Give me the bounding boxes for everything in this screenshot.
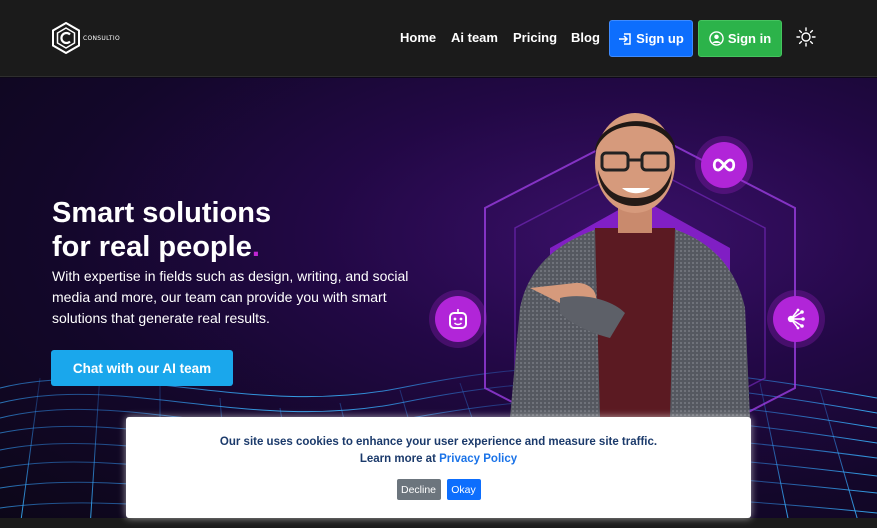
page-bottom-strip	[0, 518, 877, 528]
sign-up-button[interactable]: Sign up	[609, 20, 693, 57]
hero-title-line-2: for real people	[52, 231, 252, 263]
sign-up-label: Sign up	[636, 31, 684, 46]
nav-link-pricing[interactable]: Pricing	[513, 30, 557, 45]
cookie-learn-more-text: Learn more at	[359, 453, 436, 465]
sign-in-label: Sign in	[727, 31, 772, 46]
user-circle-icon	[709, 31, 724, 46]
nav-link-home[interactable]: Home	[400, 30, 436, 45]
cookie-message: Our site uses cookies to enhance your us…	[126, 434, 751, 468]
sun-icon	[796, 27, 816, 47]
infinity-icon	[712, 158, 736, 172]
robot-icon	[449, 309, 467, 329]
cookie-consent-banner: Our site uses cookies to enhance your us…	[126, 417, 751, 518]
okay-button[interactable]: Okay	[446, 479, 481, 500]
network-icon	[787, 308, 805, 330]
network-feature-badge	[773, 296, 819, 342]
nav-link-blog[interactable]: Blog	[571, 30, 600, 45]
hero-title-line-1: Smart solutions	[52, 197, 272, 229]
cookie-actions: Decline Okay	[126, 479, 751, 500]
chat-ai-team-button[interactable]: Chat with our AI team	[51, 350, 233, 386]
hero-title-dot: .	[251, 231, 260, 263]
theme-toggle[interactable]	[795, 26, 817, 48]
privacy-policy-link[interactable]: Privacy Policy	[439, 453, 517, 465]
decline-button[interactable]: Decline	[396, 479, 441, 500]
robot-feature-badge	[435, 296, 481, 342]
sign-in-arrow-icon	[619, 32, 631, 45]
nav-link-ai-team[interactable]: Ai team	[451, 30, 498, 45]
sign-in-button[interactable]: Sign in	[698, 20, 782, 57]
infinity-feature-badge	[701, 142, 747, 188]
hero-description: With expertise in fields such as design,…	[52, 268, 409, 326]
navbar: CONSULTIO Home Ai team Pricing Blog Sign…	[0, 0, 877, 77]
hero-title: Smart solutions for real people.	[52, 196, 271, 264]
cookie-message-text: Our site uses cookies to enhance your us…	[219, 436, 658, 448]
